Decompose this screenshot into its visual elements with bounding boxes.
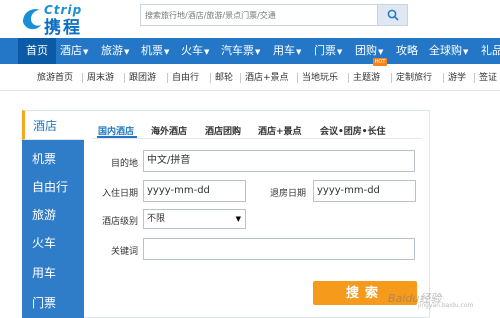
keyword-label: 关键词 [110, 247, 138, 257]
tab-overseas-hotels[interactable]: 海外酒店 [151, 124, 187, 137]
destination-label: 目的地 [110, 159, 138, 169]
hotel-level-value: 不限 [147, 214, 166, 224]
dolphin-logo-icon [23, 9, 41, 30]
global-search-input[interactable] [141, 5, 379, 25]
subnav-item-hotel-attraction[interactable]: 酒店+景点 [245, 72, 289, 84]
nav-label: 机票 [141, 44, 163, 57]
subnav-item-free-travel[interactable]: 自由行 [172, 72, 199, 84]
nav-item-car[interactable]: 用车▼ [273, 38, 301, 64]
nav-label: 旅游 [101, 44, 123, 57]
destination-input[interactable]: 中文/拼音 [143, 150, 415, 172]
divider [210, 73, 211, 83]
divider [240, 73, 241, 83]
left-menu-item-hotel[interactable]: 酒店 [22, 110, 84, 140]
chevron-down-icon: ▼ [463, 48, 469, 56]
divider [167, 73, 168, 83]
divider [124, 73, 125, 83]
nav-item-flights[interactable]: 机票▼ [141, 38, 169, 64]
left-menu-item-tickets[interactable]: 门票 [32, 294, 56, 311]
nav-item-bus[interactable]: 汽车票▼ [221, 38, 260, 64]
left-menu-item-free-travel[interactable]: 自由行 [32, 178, 68, 195]
subnav-item-weekend[interactable]: 周末游 [87, 72, 114, 84]
checkin-label: 入住日期 [101, 189, 138, 199]
divider [297, 73, 298, 83]
nav-item-gifts[interactable]: 礼品 [481, 38, 500, 64]
nav-label: 门票 [314, 44, 336, 57]
main-nav: 首页 酒店▼ 旅游▼ 机票▼ 火车▼ 汽车票▼ 用车▼ 门票▼ 团购▼ 攻略 全… [0, 38, 500, 64]
nav-label: 攻略 [396, 44, 418, 57]
subnav-item-custom-travel[interactable]: 定制旅行 [396, 72, 432, 84]
nav-label: 火车 [181, 44, 203, 57]
divider [443, 73, 444, 83]
nav-item-travel[interactable]: 旅游▼ [101, 38, 129, 64]
tab-hotel-groupbuy[interactable]: 酒店团购 [205, 124, 241, 137]
subnav-item-local-fun[interactable]: 当地玩乐 [302, 72, 338, 84]
nav-label: 全球购 [429, 44, 462, 57]
nav-item-train[interactable]: 火车▼ [181, 38, 209, 64]
nav-label: 酒店 [60, 44, 82, 57]
nav-label: 礼品 [481, 44, 500, 57]
tabs-divider [92, 138, 422, 139]
left-menu-item-flights[interactable]: 机票 [32, 150, 56, 167]
active-tab-indicator [97, 136, 137, 138]
chevron-down-icon: ▼ [83, 48, 89, 56]
left-menu-item-car[interactable]: 用车 [32, 264, 56, 281]
checkout-label: 退房日期 [269, 189, 306, 199]
nav-item-tickets[interactable]: 门票▼ [314, 38, 342, 64]
hot-badge: HOT [373, 58, 387, 66]
header: Ctrip 携程 [0, 0, 500, 38]
nav-label: 汽车票 [221, 44, 254, 57]
chevron-down-icon: ▼ [255, 48, 261, 56]
subnav-item-visa[interactable]: 签证 [479, 72, 497, 84]
nav-item-home[interactable]: 首页 [18, 38, 56, 64]
chevron-down-icon: ▼ [337, 48, 343, 56]
chevron-down-icon: ▼ [204, 48, 210, 56]
chevron-down-icon: ▼ [164, 48, 170, 56]
checkin-date-input[interactable]: yyyy-mm-dd [143, 180, 246, 202]
dropdown-arrow-icon: ▼ [235, 215, 241, 223]
nav-label: 首页 [26, 44, 48, 57]
nav-item-guides[interactable]: 攻略 [396, 38, 418, 64]
subnav-item-travel-home[interactable]: 旅游首页 [37, 72, 73, 84]
global-search [140, 4, 408, 26]
divider [348, 73, 349, 83]
baidu-watermark-url: jingyan.baidu.com [418, 302, 474, 309]
subnav-item-group-tour[interactable]: 跟团游 [129, 72, 156, 84]
chevron-down-icon: ▼ [296, 48, 302, 56]
nav-label: 用车 [273, 44, 295, 57]
divider [82, 73, 83, 83]
hotel-level-label: 酒店级别 [101, 217, 138, 227]
ctrip-logo[interactable]: Ctrip 携程 [20, 3, 140, 38]
divider [474, 73, 475, 83]
left-category-menu: 机票 自由行 旅游 火车 用车 门票 [22, 110, 84, 318]
tab-hotel-attraction[interactable]: 酒店+景点 [258, 124, 302, 137]
tab-meeting-group-longstay[interactable]: 会议•团房•长住 [320, 124, 386, 137]
chevron-down-icon: ▼ [378, 48, 384, 56]
subnav-item-theme-tour[interactable]: 主题游 [353, 72, 380, 84]
chevron-down-icon: ▼ [124, 48, 130, 56]
hotel-level-select[interactable]: 不限 ▼ [143, 209, 246, 229]
left-menu-item-train[interactable]: 火车 [32, 234, 56, 251]
logo-chinese: 携程 [44, 18, 82, 38]
nav-label: 团购 [355, 44, 377, 57]
nav-item-global-shop[interactable]: 全球购▼ [429, 38, 468, 64]
subnav-item-study-tour[interactable]: 游学 [448, 72, 466, 84]
subnav-item-cruise[interactable]: 邮轮 [215, 72, 233, 84]
search-icon [387, 9, 399, 21]
nav-item-hotel[interactable]: 酒店▼ [60, 38, 88, 64]
sub-nav: 旅游首页 周末游 跟团游 自由行 邮轮 酒店+景点 当地玩乐 主题游 定制旅行 … [0, 64, 500, 91]
checkout-date-input[interactable]: yyyy-mm-dd [313, 180, 416, 202]
global-search-button[interactable] [377, 5, 407, 25]
left-menu-active-label: 酒店 [33, 119, 58, 133]
keyword-input[interactable] [143, 238, 415, 260]
left-menu-item-travel[interactable]: 旅游 [32, 206, 56, 223]
divider [391, 73, 392, 83]
